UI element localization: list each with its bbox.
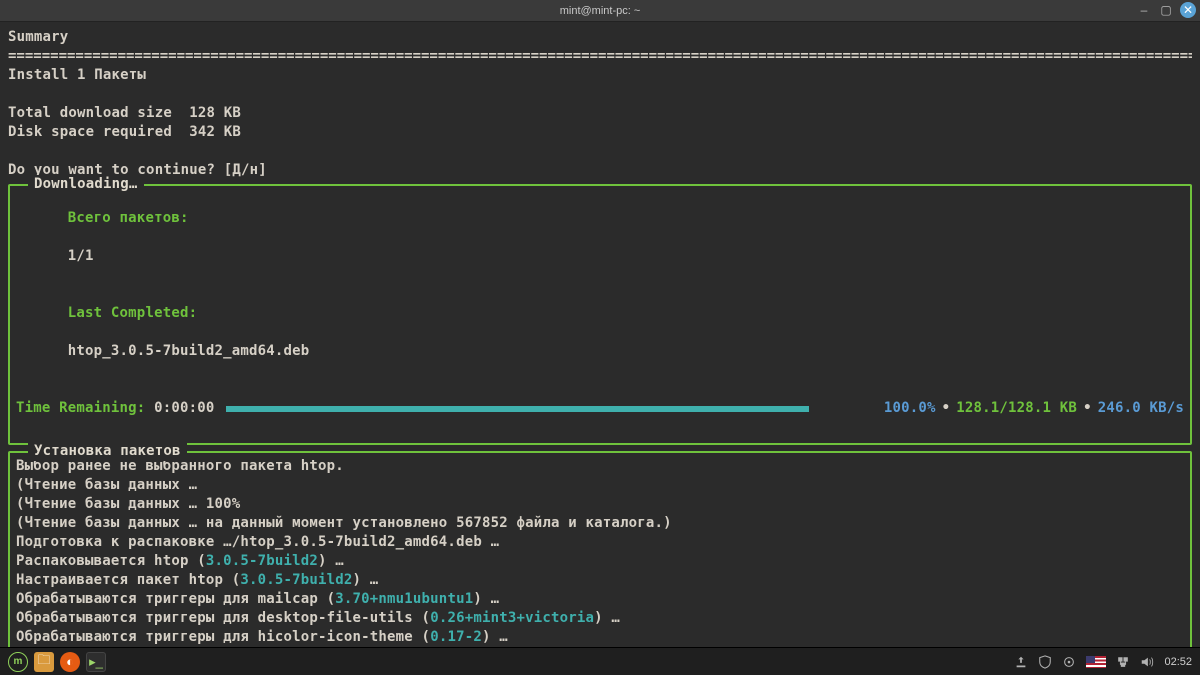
terminal-content: Summary ================================…: [0, 22, 1200, 675]
keyboard-layout-icon[interactable]: [1086, 656, 1106, 668]
install-log-line: Обрабатываются триггеры для hicolor-icon…: [16, 628, 1184, 647]
download-total-value: 1/1: [68, 248, 94, 264]
blank-row: [8, 142, 1192, 161]
disk-space: Disk space required 342 KB: [8, 123, 1192, 142]
close-button[interactable]: ✕: [1180, 2, 1196, 18]
download-title: Downloading…: [28, 175, 144, 194]
install-log-line: Распаковывается htop (3.0.5-7build2) …: [16, 552, 1184, 571]
download-speed: 246.0 KB/s: [1098, 400, 1184, 416]
install-title: Установка пакетов: [28, 442, 187, 461]
install-log-line: (Чтение базы данных … на данный момент у…: [16, 514, 1184, 533]
install-log-line: (Чтение базы данных …: [16, 476, 1184, 495]
download-last-row: Last Completed: htop_3.0.5-7build2_amd64…: [16, 285, 1184, 380]
network-icon[interactable]: [1116, 655, 1130, 669]
update-icon[interactable]: [1014, 655, 1028, 669]
window-title: mint@mint-pc: ~: [560, 5, 641, 17]
download-stats: 100.0%•128.1/128.1 KB•246.0 KB/s: [815, 380, 1184, 437]
blank-row: [8, 85, 1192, 104]
install-log-line: Настраивается пакет htop (3.0.5-7build2)…: [16, 571, 1184, 590]
install-log-line: Обрабатываются триггеры для desktop-file…: [16, 609, 1184, 628]
files-launcher-icon[interactable]: 🗀: [34, 652, 54, 672]
download-percent: 100.0%: [884, 400, 936, 416]
download-time-label: Time Remaining:: [16, 400, 145, 416]
summary-heading: Summary: [8, 28, 1192, 47]
terminal-launcher-icon[interactable]: ▸_: [86, 652, 106, 672]
install-log-line: Выбор ранее не выбранного пакета htop.: [16, 457, 1184, 476]
volume-icon[interactable]: [1140, 655, 1154, 669]
continue-prompt: Do you want to continue? [Д/н]: [8, 161, 1192, 180]
minimize-button[interactable]: –: [1136, 2, 1152, 18]
download-bytes: 128.1/128.1 KB: [956, 400, 1077, 416]
install-log-line: Подготовка к распаковке …/htop_3.0.5-7bu…: [16, 533, 1184, 552]
install-log-line: Обрабатываются триггеры для mailcap (3.7…: [16, 590, 1184, 609]
download-last-label: Last Completed:: [68, 305, 197, 321]
shield-icon[interactable]: [1038, 655, 1052, 669]
install-frame: Установка пакетов Выбор ранее не выбранн…: [8, 451, 1192, 675]
download-size: Total download size 128 KB: [8, 104, 1192, 123]
firefox-launcher-icon[interactable]: ◐: [60, 652, 80, 672]
summary-rule: ========================================…: [8, 47, 1192, 66]
download-time-value: 0:00:00: [154, 400, 214, 416]
install-log-line: (Чтение базы данных … 100%: [16, 495, 1184, 514]
window-title-bar: mint@mint-pc: ~ – ▢ ✕: [0, 0, 1200, 22]
download-total-label: Всего пакетов:: [68, 210, 189, 226]
window-controls: – ▢ ✕: [1136, 2, 1196, 18]
mint-menu-icon[interactable]: m: [8, 652, 28, 672]
download-total-row: Всего пакетов: 1/1: [16, 190, 1184, 285]
install-count: Install 1 Пакеты: [8, 66, 1192, 85]
maximize-button[interactable]: ▢: [1158, 2, 1174, 18]
clock[interactable]: 02:52: [1164, 656, 1192, 668]
download-progress-row: Time Remaining: 0:00:00 100.0%•128.1/128…: [16, 380, 1184, 437]
settings-icon[interactable]: [1062, 655, 1076, 669]
download-progress-bar: [226, 406, 808, 412]
taskbar: m 🗀 ◐ ▸_ 02:52: [0, 647, 1200, 675]
download-last-value: htop_3.0.5-7build2_amd64.deb: [68, 343, 310, 359]
download-frame: Downloading… Всего пакетов: 1/1 Last Com…: [8, 184, 1192, 445]
